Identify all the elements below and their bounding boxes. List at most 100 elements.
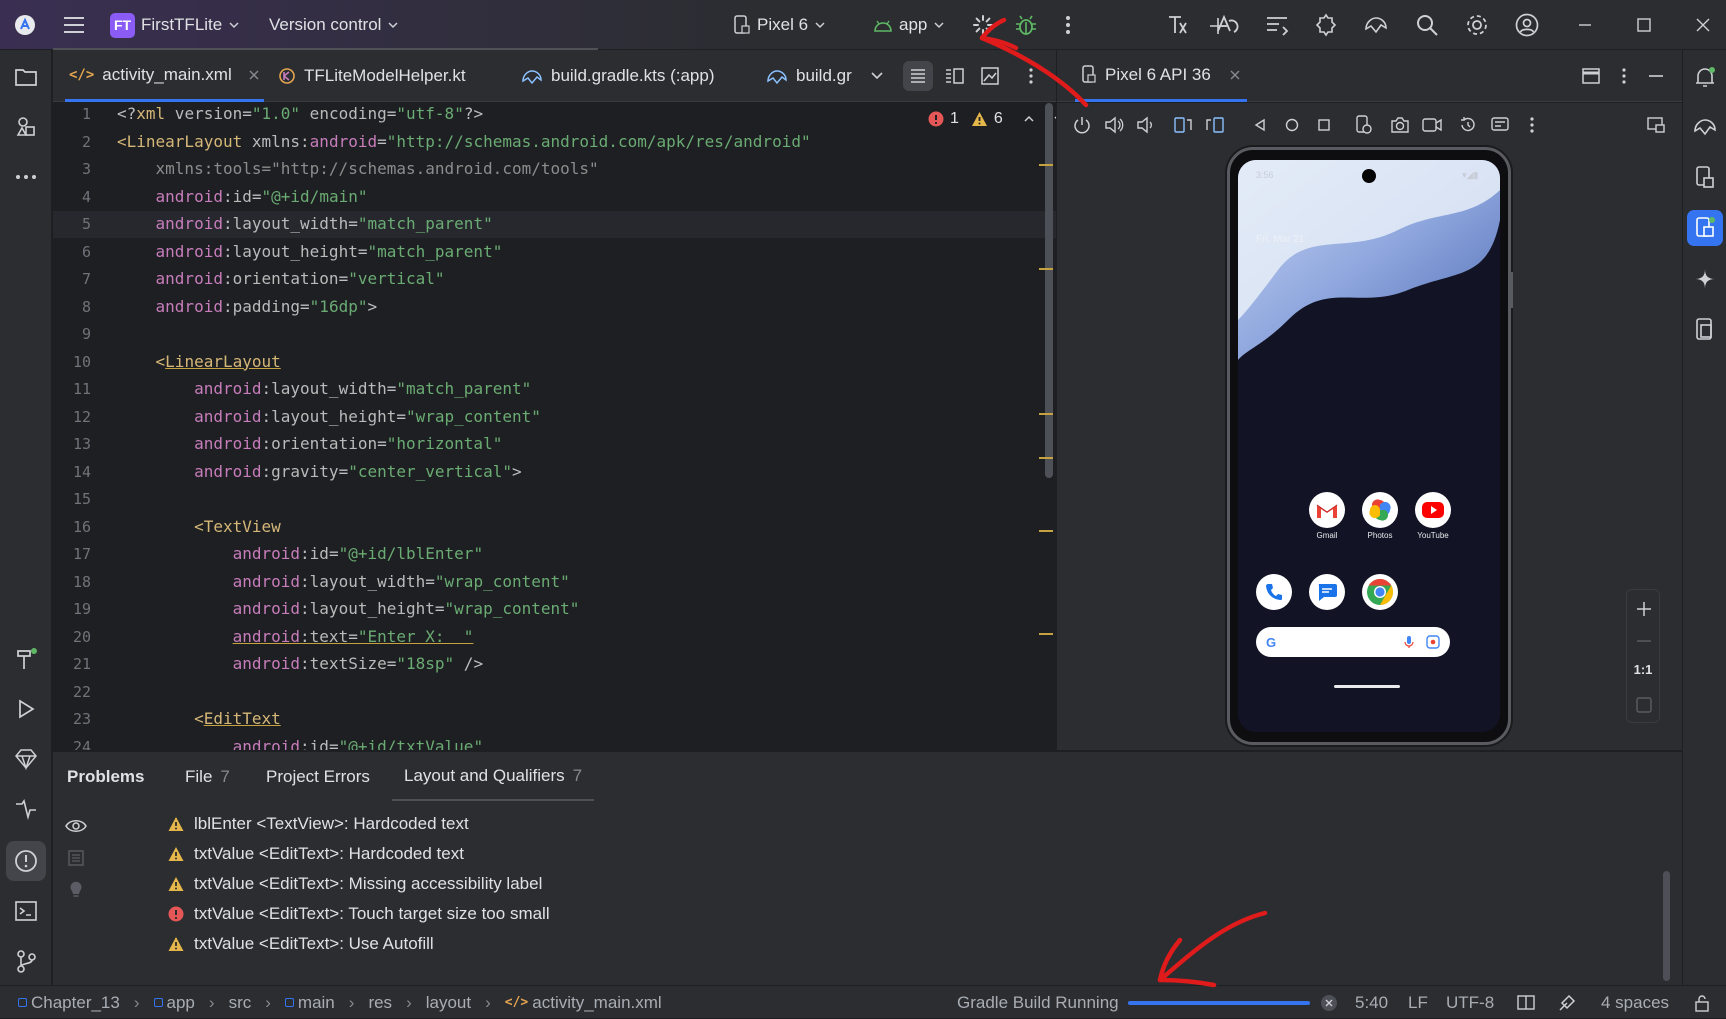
line-number[interactable]: 4 bbox=[53, 188, 91, 206]
problem-item[interactable]: txtValue <EditText>: Touch target size t… bbox=[168, 899, 550, 929]
line-number[interactable]: 20 bbox=[53, 628, 91, 646]
line-number[interactable]: 11 bbox=[53, 380, 91, 398]
code-line[interactable]: <LinearLayout bbox=[117, 352, 281, 371]
photos-app-icon[interactable] bbox=[1362, 492, 1398, 528]
problems-scrollbar[interactable] bbox=[1663, 871, 1670, 981]
line-number[interactable]: 15 bbox=[53, 490, 91, 508]
build-hammer-icon[interactable] bbox=[11, 644, 41, 674]
add-device-icon[interactable] bbox=[1203, 11, 1233, 41]
sdk-manager-icon[interactable] bbox=[1313, 12, 1339, 38]
line-number[interactable]: 2 bbox=[53, 133, 91, 151]
gemini-icon[interactable] bbox=[1363, 12, 1389, 38]
power-icon[interactable] bbox=[1067, 110, 1097, 140]
snapshot-icon[interactable] bbox=[1453, 110, 1483, 140]
warning-stripe-mark[interactable] bbox=[1039, 164, 1053, 166]
problem-item[interactable]: txtValue <EditText>: Missing accessibili… bbox=[168, 869, 542, 899]
code-line[interactable]: android:text="Enter X: " bbox=[117, 627, 474, 646]
build-loading-icon[interactable] bbox=[970, 12, 996, 38]
emulator-more-icon[interactable] bbox=[1517, 110, 1547, 140]
settings-gear-icon[interactable] bbox=[1464, 12, 1490, 38]
close-tab-icon[interactable] bbox=[248, 69, 260, 81]
phone-app-icon[interactable] bbox=[1256, 574, 1292, 610]
home-icon[interactable] bbox=[1277, 110, 1307, 140]
terminal-icon[interactable] bbox=[11, 896, 41, 926]
code-line[interactable]: android:id="@+id/lblEnter" bbox=[117, 544, 483, 563]
line-separator[interactable]: LF bbox=[1408, 986, 1428, 1019]
android-studio-logo-icon[interactable] bbox=[12, 12, 38, 38]
code-line[interactable]: android:id="@+id/main" bbox=[117, 187, 368, 206]
phone-screen[interactable]: 3:56 ▾◢▮ Fri, Mar 21 Gmail Photos YouTub… bbox=[1238, 160, 1500, 732]
code-view-icon[interactable] bbox=[903, 61, 933, 91]
warning-stripe-mark[interactable] bbox=[1039, 457, 1053, 459]
code-line[interactable]: android:padding="16dp"> bbox=[117, 297, 378, 316]
line-number[interactable]: 21 bbox=[53, 655, 91, 673]
eye-icon[interactable] bbox=[61, 811, 91, 841]
code-line[interactable]: <TextView bbox=[117, 517, 281, 536]
project-selector[interactable]: FT FirstTFLite bbox=[110, 0, 240, 50]
project-folder-icon[interactable] bbox=[11, 62, 41, 92]
line-number[interactable]: 22 bbox=[53, 683, 91, 701]
line-number[interactable]: 14 bbox=[53, 463, 91, 481]
reader-mode-icon[interactable] bbox=[1511, 988, 1541, 1018]
line-number[interactable]: 24 bbox=[53, 738, 91, 751]
code-line[interactable]: android:layout_height="wrap_content" bbox=[117, 407, 541, 426]
app-quality-insights-icon[interactable] bbox=[11, 744, 41, 774]
next-highlight-icon[interactable] bbox=[1053, 113, 1056, 125]
volume-down-icon[interactable] bbox=[1130, 110, 1160, 140]
layout-toggle-icon[interactable] bbox=[1576, 61, 1606, 91]
notifications-bell-icon[interactable] bbox=[1690, 62, 1720, 92]
close-window-icon[interactable] bbox=[1690, 12, 1716, 38]
messages-app-icon[interactable] bbox=[1309, 574, 1345, 610]
zoom-in-icon[interactable] bbox=[1629, 594, 1659, 624]
breadcrumb-item[interactable]: Chapter_13 bbox=[18, 993, 120, 1013]
emulator-window-icon[interactable] bbox=[1641, 110, 1671, 140]
screen-record-icon[interactable] bbox=[1417, 110, 1447, 140]
warning-stripe-mark[interactable] bbox=[1039, 413, 1053, 415]
tab-activity-main-xml[interactable]: </> activity_main.xml bbox=[65, 50, 264, 102]
gmail-app-icon[interactable] bbox=[1309, 492, 1345, 528]
line-number[interactable]: 16 bbox=[53, 518, 91, 536]
run-config-selector[interactable]: app bbox=[873, 0, 945, 50]
tab-file[interactable]: File 7 bbox=[185, 752, 230, 802]
editor-scrollbar[interactable] bbox=[1045, 103, 1053, 478]
app-inspection-icon[interactable] bbox=[11, 794, 41, 824]
pane-options-icon[interactable] bbox=[1609, 61, 1639, 91]
extended-controls-icon[interactable] bbox=[1485, 110, 1515, 140]
line-number[interactable]: 18 bbox=[53, 573, 91, 591]
code-line[interactable]: android:layout_width="match_parent" bbox=[117, 379, 531, 398]
overview-icon[interactable] bbox=[1309, 110, 1339, 140]
code-line[interactable]: <LinearLayout xmlns:android="http://sche… bbox=[117, 132, 811, 151]
screenshot-camera-icon[interactable] bbox=[1385, 110, 1415, 140]
device-mirroring-icon[interactable] bbox=[1690, 314, 1720, 344]
version-control-menu[interactable]: Version control bbox=[269, 0, 399, 50]
warning-stripe-mark[interactable] bbox=[1039, 268, 1053, 270]
minimize-window-icon[interactable] bbox=[1572, 12, 1598, 38]
layout-inspector-icon[interactable] bbox=[1264, 12, 1290, 38]
tab-build-gradle[interactable]: build.gr bbox=[766, 50, 852, 102]
code-line[interactable]: android:textSize="18sp" /> bbox=[117, 654, 483, 673]
gemini-assistant-icon[interactable] bbox=[1690, 112, 1720, 142]
tab-layout-and-qualifiers[interactable]: Layout and Qualifiers 7 bbox=[392, 752, 595, 802]
build-status[interactable]: Gradle Build Running bbox=[957, 986, 1119, 1019]
sparkle-icon[interactable] bbox=[1690, 264, 1720, 294]
line-number[interactable]: 1 bbox=[53, 105, 91, 123]
google-lens-icon[interactable] bbox=[1426, 635, 1440, 649]
code-editor[interactable]: 1 <?xml version="1.0" encoding="utf-8"?> 2… bbox=[53, 103, 1056, 750]
breadcrumb-item[interactable]: layout bbox=[426, 993, 471, 1013]
hide-pane-icon[interactable] bbox=[1641, 61, 1671, 91]
zoom-out-icon[interactable] bbox=[1629, 626, 1659, 656]
editor-more-icon[interactable] bbox=[1016, 61, 1046, 91]
inspection-widget[interactable]: 1 6 bbox=[928, 110, 1056, 128]
cancel-build-icon[interactable] bbox=[1314, 988, 1344, 1018]
back-icon[interactable] bbox=[1245, 110, 1275, 140]
line-number[interactable]: 13 bbox=[53, 435, 91, 453]
tab-pixel-6-api-36[interactable]: Pixel 6 API 36 bbox=[1075, 50, 1247, 102]
git-branch-icon[interactable] bbox=[11, 946, 41, 976]
file-encoding[interactable]: UTF-8 bbox=[1446, 986, 1494, 1019]
device-selector[interactable]: Pixel 6 bbox=[733, 0, 826, 50]
more-actions-icon[interactable] bbox=[1055, 12, 1081, 38]
breadcrumb-item[interactable]: app bbox=[153, 993, 195, 1013]
code-line[interactable]: android:orientation="vertical" bbox=[117, 269, 445, 288]
main-menu-icon[interactable] bbox=[61, 12, 87, 38]
problems-tool-icon[interactable] bbox=[6, 841, 46, 881]
